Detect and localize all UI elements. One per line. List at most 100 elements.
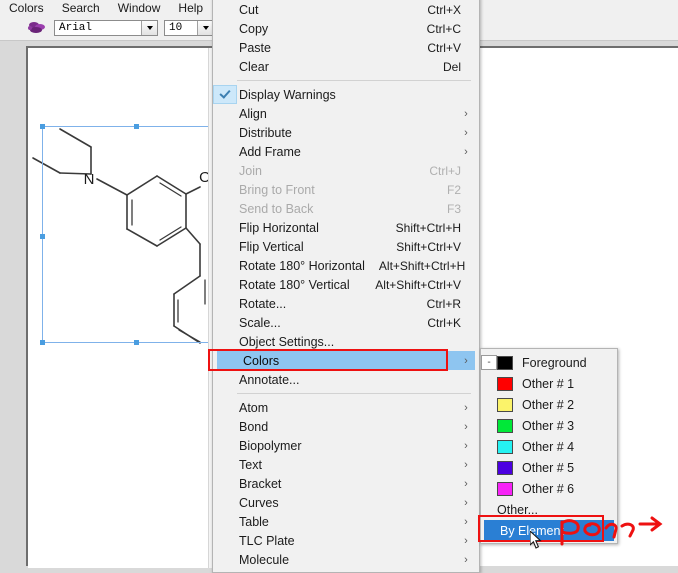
chevron-right-icon: › [464,515,468,528]
menu-check-slot [213,294,237,313]
menu-item-accel: F2 [446,182,461,197]
menu-item-label: Annotate... [239,372,300,387]
color-item-label: Other # 5 [522,460,575,475]
color-swatch-other-4 [497,439,513,454]
menu-item-label: Scale... [239,315,281,330]
menu-item-table[interactable]: Table › [213,512,479,531]
menu-item-align[interactable]: Align › [213,104,479,123]
menu-item-label: Paste [239,40,271,55]
color-item-other[interactable]: Other... [481,499,617,520]
menu-item-rotate-180-vertical[interactable]: Rotate 180° Vertical Alt+Shift+Ctrl+V [213,275,479,294]
menu-check-slot [213,142,237,161]
color-item-by-element[interactable]: By Element [484,520,614,541]
chevron-right-icon: › [464,439,468,452]
color-item-label: Other... [497,502,538,517]
menu-item-accel: F3 [446,201,461,216]
chevron-right-icon: › [464,126,468,139]
menu-item-distribute[interactable]: Distribute › [213,123,479,142]
font-family-select[interactable]: Arial [54,20,158,36]
chevron-right-icon: › [464,145,468,158]
color-item-other-1[interactable]: Other # 1 [481,373,617,394]
menu-item-text[interactable]: Text › [213,455,479,474]
marker-slot [481,394,497,415]
menu-item-cut[interactable]: Cut Ctrl+X [213,0,479,19]
menu-item-scale[interactable]: Scale... Ctrl+K [213,313,479,332]
menu-item-flip-horizontal[interactable]: Flip Horizontal Shift+Ctrl+H [213,218,479,237]
menu-item-label: Curves [239,495,279,510]
menubar-item-colors[interactable]: Colors [0,0,53,16]
color-item-label: Foreground [522,355,587,370]
font-size-select[interactable]: 10 [164,20,214,36]
menu-item-annotate[interactable]: Annotate... [213,370,479,389]
menu-check-slot [213,436,237,455]
menu-item-curves[interactable]: Curves › [213,493,479,512]
menu-item-bracket[interactable]: Bracket › [213,474,479,493]
menu-item-rotate-180-horizontal[interactable]: Rotate 180° Horizontal Alt+Shift+Ctrl+H [213,256,479,275]
menu-item-label: Biopolymer [239,438,302,453]
menu-separator [237,80,471,81]
menu-item-accel: Alt+Shift+Ctrl+H [378,258,466,273]
checkmark-icon[interactable] [213,85,237,104]
menu-item-accel: Ctrl+X [427,2,461,17]
molecule-icon[interactable] [26,19,48,37]
menu-item-object-settings[interactable]: Object Settings... [213,332,479,351]
menubar-item-window[interactable]: Window [109,0,170,16]
color-swatch-other-6 [497,481,513,496]
menu-check-slot [213,38,237,57]
menu-item-rotate[interactable]: Rotate... Ctrl+R [213,294,479,313]
menu-item-add-frame[interactable]: Add Frame › [213,142,479,161]
menu-check-slot [213,199,237,218]
menu-item-molecule[interactable]: Molecule › [213,550,479,569]
menu-item-tlc-plate[interactable]: TLC Plate › [213,531,479,550]
color-swatch-other-3 [497,418,513,433]
menu-item-display-warnings[interactable]: Display Warnings [213,85,479,104]
menu-check-slot [213,57,237,76]
drawing-canvas[interactable]: N O [28,48,208,568]
menu-item-paste[interactable]: Paste Ctrl+V [213,38,479,57]
menu-item-clear[interactable]: Clear Del [213,57,479,76]
menu-item-label: Bracket [239,476,282,491]
menu-item-atom[interactable]: Atom › [213,398,479,417]
font-family-value: Arial [59,22,93,34]
chevron-right-icon: › [464,420,468,433]
menu-check-slot [213,455,237,474]
menu-item-label: Table [239,514,269,529]
chevron-right-icon: › [464,458,468,471]
menu-item-label: Bond [239,419,269,434]
chevron-right-icon: › [464,107,468,120]
current-selection-marker: - [481,355,497,370]
menu-item-label: Atom [239,400,269,415]
menu-item-label: Cut [239,2,259,17]
menu-separator [237,393,471,394]
color-item-foreground[interactable]: - Foreground [481,352,617,373]
color-item-other-4[interactable]: Other # 4 [481,436,617,457]
marker-slot [481,478,497,499]
menu-check-slot [213,19,237,38]
menu-check-slot [213,0,237,19]
menu-item-label: Copy [239,21,269,36]
menu-item-label: Rotate... [239,296,287,311]
chevron-down-icon[interactable] [141,21,157,35]
color-item-other-2[interactable]: Other # 2 [481,394,617,415]
menu-item-label: Distribute [239,125,292,140]
color-item-other-5[interactable]: Other # 5 [481,457,617,478]
chevron-right-icon: › [464,534,468,547]
menu-item-accel: Ctrl+C [426,21,461,36]
context-menu[interactable]: Cut Ctrl+X Copy Ctrl+C Paste Ctrl+V Clea… [212,0,480,573]
menu-item-copy[interactable]: Copy Ctrl+C [213,19,479,38]
menu-item-biopolymer[interactable]: Biopolymer › [213,436,479,455]
menubar-item-help[interactable]: Help [169,0,212,16]
chevron-down-icon[interactable] [197,21,213,35]
menu-item-flip-vertical[interactable]: Flip Vertical Shift+Ctrl+V [213,237,479,256]
menu-item-label: Molecule [239,552,290,567]
menu-item-bond[interactable]: Bond › [213,417,479,436]
colors-submenu[interactable]: - Foreground Other # 1 Other # 2 Other #… [480,348,618,544]
chemical-structure-diagram[interactable]: N O [28,48,208,568]
menu-item-label: Display Warnings [239,87,336,102]
menu-item-accel: Ctrl+K [427,315,461,330]
color-item-other-6[interactable]: Other # 6 [481,478,617,499]
color-item-other-3[interactable]: Other # 3 [481,415,617,436]
menu-item-colors[interactable]: Colors › [217,351,475,370]
color-item-label: Other # 3 [522,418,575,433]
menubar-item-search[interactable]: Search [53,0,109,16]
